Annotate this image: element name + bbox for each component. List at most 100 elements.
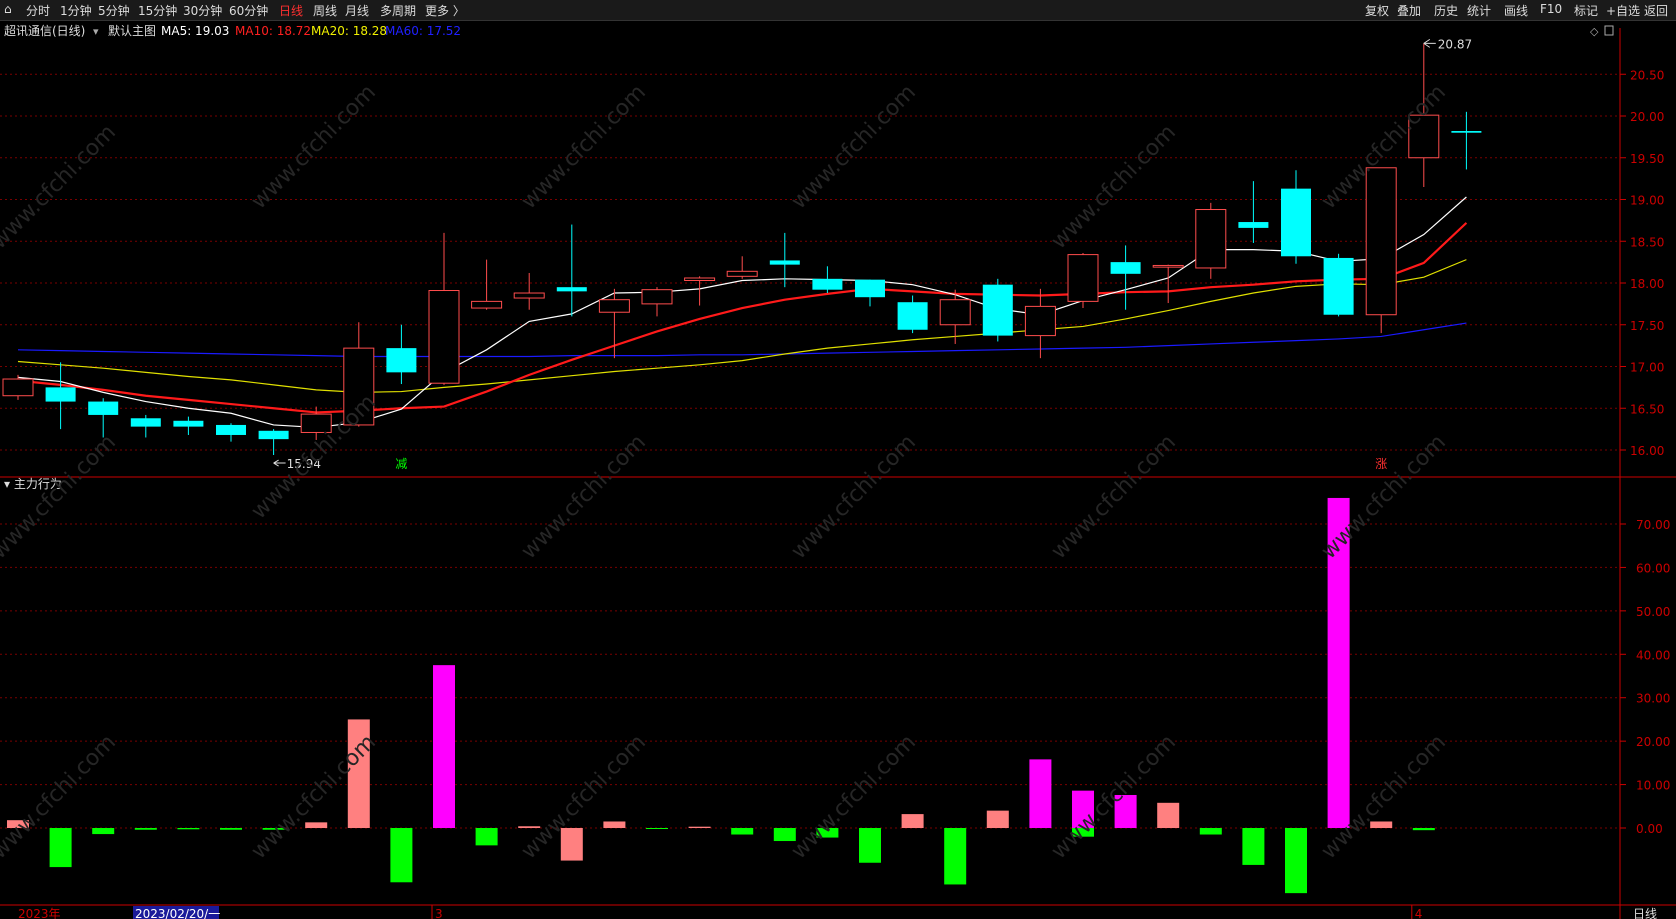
sub-bar (92, 828, 115, 835)
watermark: www.cfchi.com (1047, 730, 1181, 864)
candle-body-up (641, 289, 673, 305)
candle-body-up (684, 277, 716, 281)
candle-body-down (88, 401, 119, 415)
period-tab-1[interactable]: 1分钟 (60, 2, 92, 19)
main-y-tick-label: 19.00 (1630, 194, 1664, 208)
toolbar-button-2[interactable]: 历史 (1434, 2, 1458, 19)
candle-body-up (1024, 305, 1056, 337)
panel-resize-icon (1604, 25, 1614, 36)
watermark: www.cfchi.com (517, 730, 651, 864)
sub-bar (433, 665, 455, 828)
sub-bar (688, 826, 711, 828)
sub-y-tick-label: 50.00 (1636, 605, 1670, 619)
sub-bar (1199, 828, 1222, 835)
sub-y-tick-label: 20.00 (1636, 735, 1670, 749)
home-icon[interactable]: ⌂ (4, 2, 12, 16)
main-y-tick-label: 20.00 (1630, 110, 1664, 124)
main-y-tick-label: 20.50 (1630, 68, 1664, 82)
month-label: 3 (435, 907, 443, 919)
period-tab-7[interactable]: 周线 (313, 2, 337, 19)
signal-label: 减 (395, 457, 407, 471)
period-tab-3[interactable]: 15分钟 (138, 2, 177, 19)
high-marker-label: 20.87 (1438, 37, 1472, 51)
sub-y-tick-label: 10.00 (1636, 779, 1670, 793)
candle-body-up (1152, 264, 1184, 268)
candle-body-up (1067, 254, 1099, 302)
watermark: www.cfchi.com (247, 390, 381, 524)
sub-y-tick-label: 30.00 (1636, 692, 1670, 706)
sub-bar (901, 814, 924, 828)
cursor-date-label: 2023/02/20/一 (135, 907, 220, 919)
period-tab-6[interactable]: 日线 (279, 2, 303, 19)
candle-body-up (1195, 209, 1227, 269)
watermark: www.cfchi.com (247, 80, 381, 214)
sub-bar (49, 828, 72, 868)
period-tab-4[interactable]: 30分钟 (183, 2, 222, 19)
toolbar-button-1[interactable]: 叠加 (1397, 2, 1421, 19)
candle-body-down (1323, 257, 1354, 315)
period-tab-9[interactable]: 多周期 (380, 2, 416, 19)
watermark: www.cfchi.com (0, 120, 121, 254)
ma-label-1: MA10: 18.72 (235, 24, 311, 38)
sub-y-tick-label: 0.00 (1636, 822, 1663, 836)
candle-body-down (216, 424, 246, 435)
candle-body-down (1238, 222, 1269, 228)
ma-label-0: MA5: 19.03 (161, 24, 229, 38)
stock-title: 超讯通信(日线) (4, 23, 85, 38)
candle-body-down (855, 279, 885, 298)
watermark: www.cfchi.com (517, 80, 651, 214)
toolbar-button-6[interactable]: 标记 (1574, 2, 1598, 19)
sub-bar (1285, 828, 1307, 894)
signal-label: 涨 (1375, 456, 1387, 471)
candle-body-up (1365, 167, 1397, 316)
ma5-line (17, 196, 1467, 429)
candle-body-up (726, 270, 758, 277)
period-tab-5[interactable]: 60分钟 (229, 2, 268, 19)
toolbar-button-8[interactable]: 返回 (1644, 2, 1668, 19)
toolbar-button-5[interactable]: F10 (1540, 2, 1562, 16)
sub-bar (1029, 759, 1052, 828)
year-label: 2023年 (18, 907, 61, 919)
main-y-tick-label: 18.00 (1630, 277, 1664, 291)
period-tab-8[interactable]: 月线 (345, 2, 369, 19)
candle-body-down (897, 302, 928, 330)
candle-body-up (471, 300, 503, 309)
sub-bar (603, 821, 626, 828)
sub-bar (731, 828, 754, 835)
sub-bar (773, 828, 796, 842)
month-label: 4 (1415, 907, 1423, 919)
main-y-tick-label: 16.50 (1630, 402, 1664, 416)
watermark: www.cfchi.com (787, 730, 921, 864)
main-y-tick-label: 18.50 (1630, 235, 1664, 249)
candle-body-up (2, 378, 34, 397)
period-tab-2[interactable]: 5分钟 (98, 2, 130, 19)
toolbar-button-3[interactable]: 统计 (1467, 2, 1491, 19)
sub-y-tick-label: 60.00 (1636, 561, 1670, 575)
main-y-tick-label: 17.00 (1630, 361, 1664, 375)
sub-bar (475, 828, 498, 846)
toolbar-button-4[interactable]: 画线 (1504, 2, 1528, 19)
main-y-tick-label: 16.00 (1630, 444, 1664, 458)
watermark: www.cfchi.com (1047, 120, 1181, 254)
candle-body-down (1281, 188, 1311, 257)
period-tab-0[interactable]: 分时 (26, 2, 50, 19)
candle-body-down (556, 287, 587, 292)
sub-bar (1412, 828, 1435, 831)
candle-body-down (258, 430, 289, 440)
sub-bar (646, 828, 668, 829)
diamond-icon: ◇ (1590, 25, 1599, 38)
toolbar-button-0[interactable]: 复权 (1365, 2, 1389, 19)
candle-body-down (769, 260, 800, 265)
indicator-name: 默认主图 (108, 23, 156, 38)
chart-canvas[interactable]: 16.00 16.50 17.00 17.50 18.00 18.50 19.00 19.50… (0, 20, 1676, 919)
watermark: www.cfchi.com (787, 80, 921, 214)
candle-body-down (982, 284, 1013, 336)
ma10-line (17, 222, 1468, 414)
period-tab-10[interactable]: 更多 〉 (425, 2, 465, 19)
ma-label-3: MA60: 17.52 (385, 24, 461, 38)
ma-label-2: MA20: 18.28 (311, 24, 387, 38)
sub-bar (177, 828, 200, 830)
candle-body-down (812, 278, 843, 290)
toolbar-button-7[interactable]: +自选 (1606, 2, 1640, 19)
sub-bar (944, 828, 967, 885)
